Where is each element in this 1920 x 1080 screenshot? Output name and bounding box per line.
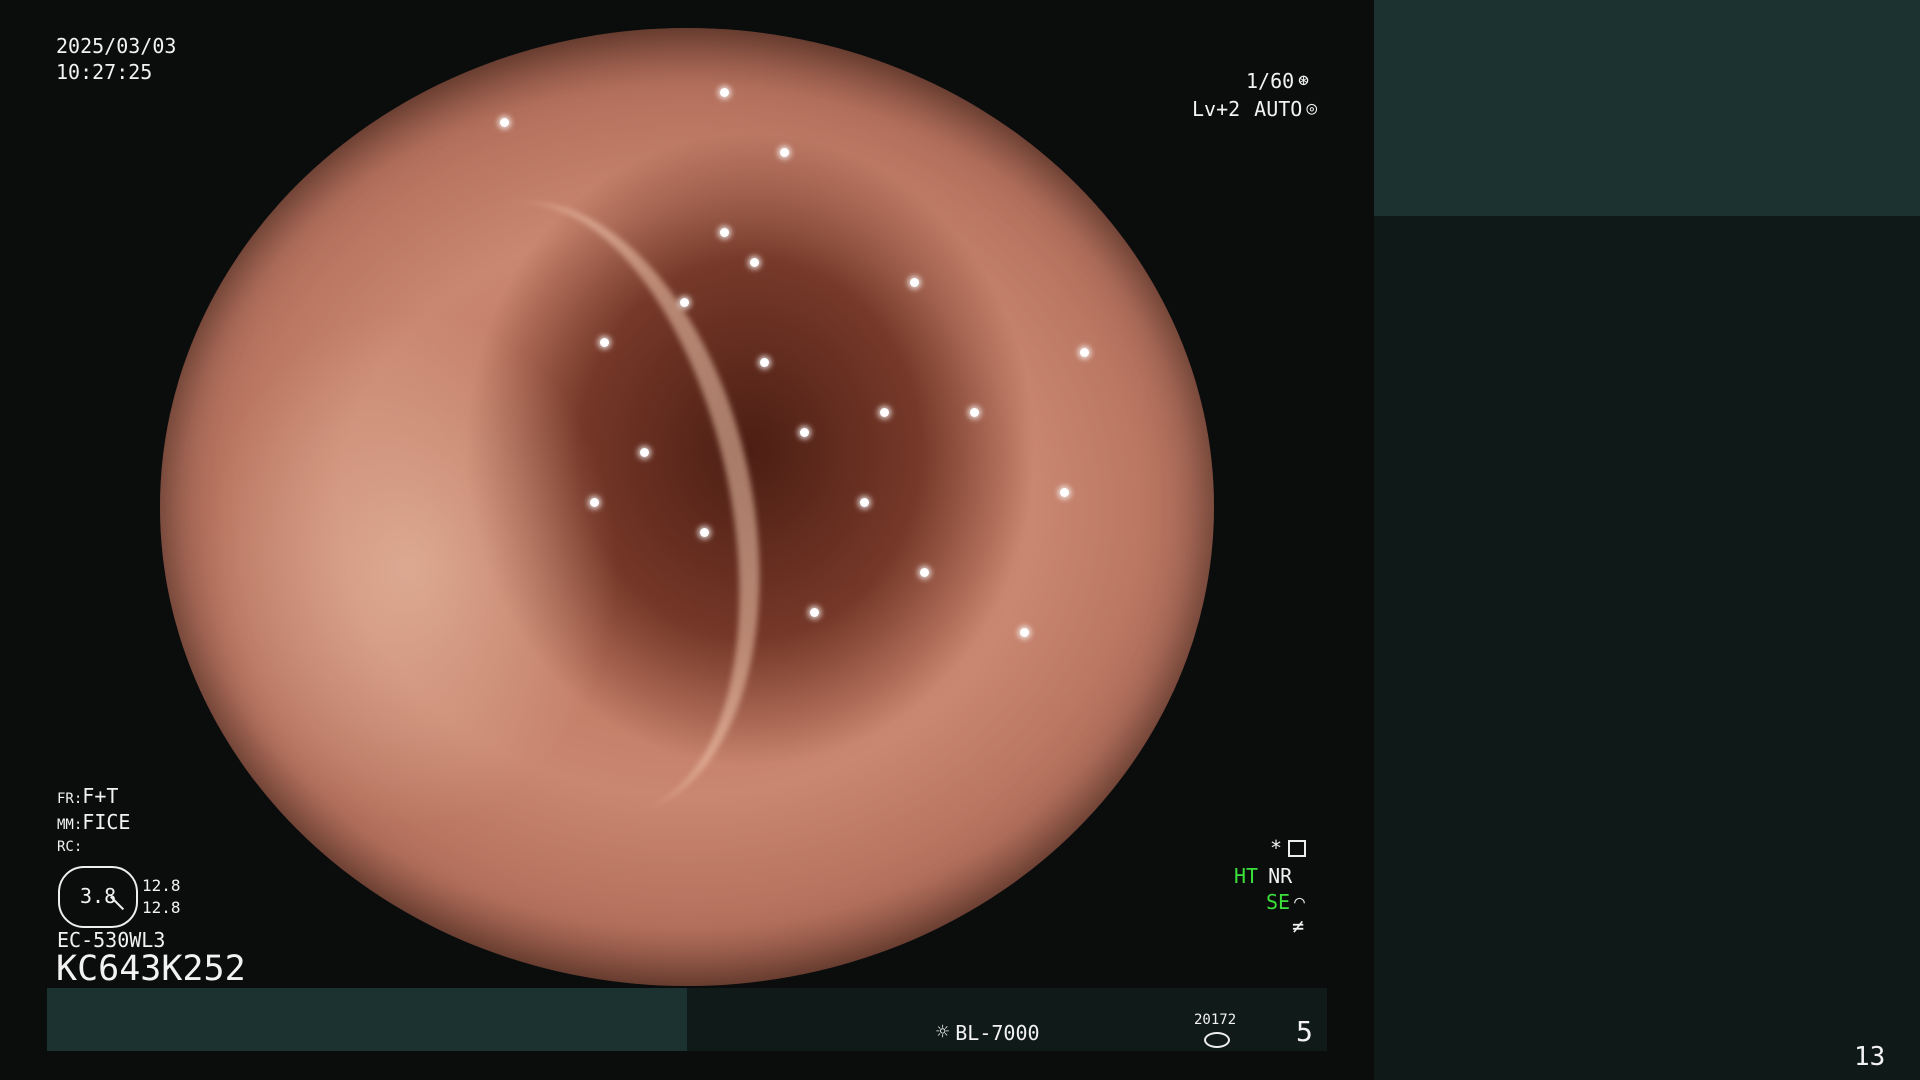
endoscopic-view [160, 28, 1214, 986]
specular-highlight [970, 408, 979, 417]
specular-highlight [590, 498, 599, 507]
specular-highlight [860, 498, 869, 507]
fr-setting: FR: F+T [57, 786, 118, 806]
scope-model: EC-530WL3 [57, 928, 166, 952]
menu-indicator: * [1270, 836, 1307, 860]
specular-highlight [1080, 348, 1089, 357]
level-label: Lv+2 [1192, 96, 1241, 121]
auto-iris-icon: ◎ [1306, 98, 1318, 119]
mode-label: AUTO [1254, 96, 1303, 121]
specular-highlight [640, 448, 649, 457]
curve-icon: ⌒ [1294, 891, 1305, 912]
specular-highlight [780, 148, 789, 157]
lamp-icon: ☼ [936, 1020, 950, 1045]
star-label: * [1270, 836, 1283, 860]
shutter-label: 1/60 [1246, 68, 1295, 93]
specular-highlight [720, 228, 729, 237]
processing-indicator: HT NR [1234, 866, 1292, 886]
nr-label: NR [1268, 864, 1293, 888]
fr-value: F+T [82, 784, 119, 808]
mm-value: FICE [82, 810, 131, 834]
date-label: 2025/03/03 [56, 34, 177, 58]
specular-highlight [1020, 628, 1029, 637]
settings-list-icon [1288, 839, 1307, 857]
specular-highlight [1140, 238, 1149, 247]
light-source-readout: ☼ BL-7000 [936, 1020, 1040, 1045]
ht-label: HT [1234, 864, 1259, 888]
specular-highlight [680, 298, 689, 307]
time-label: 10:27:25 [56, 60, 153, 84]
freeze-off-icon: ≠ [1292, 914, 1305, 938]
light-source-label: BL-7000 [955, 1020, 1040, 1045]
frame-counter: 20172 [1194, 1012, 1237, 1028]
specular-highlight [720, 88, 729, 97]
mm-setting: MM: FICE [57, 812, 130, 832]
specular-highlight [750, 258, 759, 267]
right-panel-header [1374, 0, 1920, 216]
rc-label: RC: [57, 839, 83, 855]
se-label: SE [1266, 889, 1291, 914]
specular-highlight [600, 338, 609, 347]
exposure-readout: Lv+2 AUTO ◎ [1192, 98, 1317, 119]
rc-top-value: 12.8 [142, 876, 181, 895]
bottom-status-accent [47, 988, 687, 1051]
specular-highlight [800, 428, 809, 437]
aperture-icon: ⊛ [1298, 70, 1310, 91]
structure-enhancement-indicator: SE ⌒ [1266, 891, 1305, 912]
specular-highlight [920, 568, 929, 577]
specular-highlight [810, 608, 819, 617]
page-number: 13 [1854, 1042, 1886, 1072]
specular-highlight [500, 118, 509, 127]
specular-highlight [910, 278, 919, 287]
rc-bottom-value: 12.8 [142, 898, 181, 917]
specular-highlight [700, 528, 709, 537]
capture-index: 5 [1296, 1015, 1313, 1048]
disk-icon [1204, 1032, 1230, 1048]
specular-highlight [880, 408, 889, 417]
mm-label: MM: [57, 817, 83, 833]
specular-highlight [760, 358, 769, 367]
shutter-readout: 1/60 ⊛ [1246, 70, 1309, 91]
scope-serial: KC643K252 [56, 949, 246, 989]
fr-label: FR: [57, 791, 83, 807]
specular-highlight [1060, 488, 1069, 497]
